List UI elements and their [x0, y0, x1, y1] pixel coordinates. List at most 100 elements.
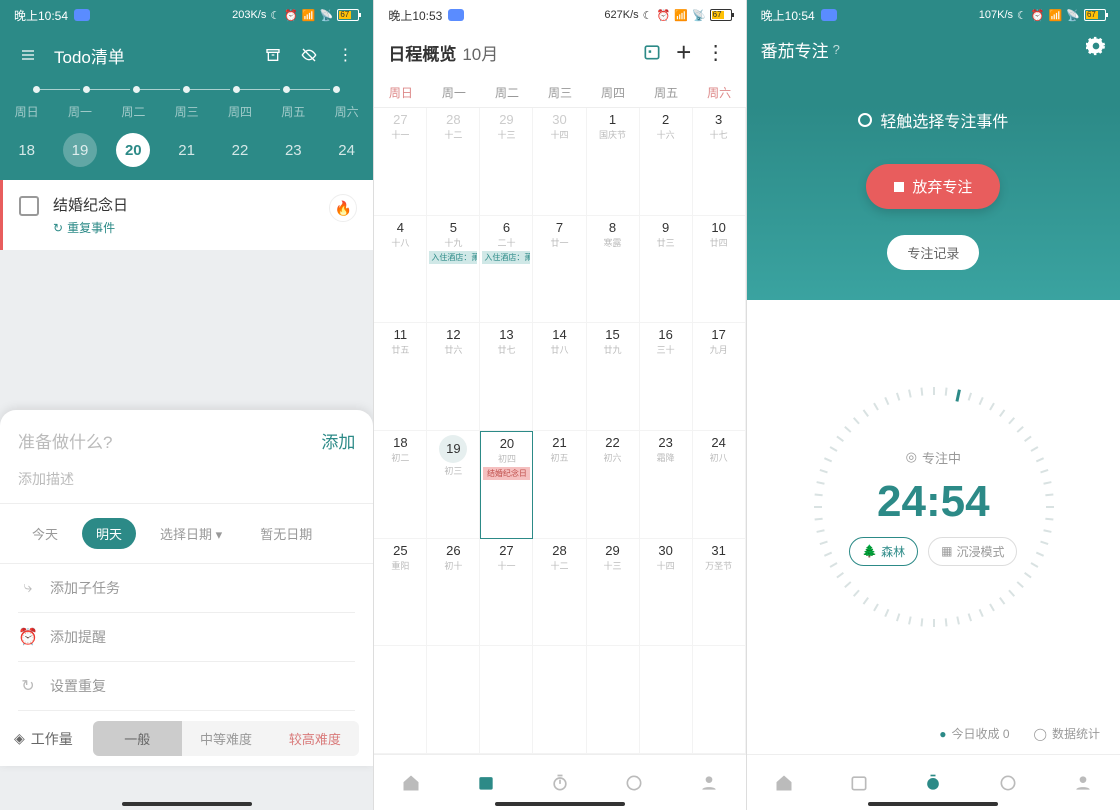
- menu-icon[interactable]: [10, 37, 46, 73]
- month-label[interactable]: 10月: [462, 40, 498, 65]
- status-bar: 晚上10:53 627K/s ☾ ⏰ 📶 📡 67: [374, 0, 745, 30]
- today-harvest[interactable]: ●今日收成 0: [939, 725, 1009, 742]
- settings-icon[interactable]: [1086, 36, 1106, 62]
- calendar-cell[interactable]: 12廿六: [427, 323, 480, 431]
- calendar-cell[interactable]: 2十六: [640, 108, 693, 216]
- calendar-cell[interactable]: 28十二: [533, 539, 586, 647]
- calendar-cell[interactable]: [693, 646, 746, 754]
- date-cell[interactable]: 22: [213, 132, 266, 168]
- calendar-cell[interactable]: 24初八: [693, 431, 746, 539]
- workload-normal[interactable]: 一般: [93, 721, 182, 756]
- overflow-menu-icon[interactable]: ⋮: [327, 37, 363, 73]
- calendar-cell[interactable]: 31万圣节: [693, 539, 746, 647]
- todo-item[interactable]: 结婚纪念日 ↻ 重复事件 🔥: [0, 180, 373, 250]
- calendar-cell[interactable]: 17九月: [693, 323, 746, 431]
- calendar-cell[interactable]: 28十二: [427, 108, 480, 216]
- calendar-cell[interactable]: 22初六: [587, 431, 640, 539]
- help-icon[interactable]: ?: [833, 42, 840, 57]
- calendar-cell[interactable]: 30十四: [533, 108, 586, 216]
- chip-no-date[interactable]: 暂无日期: [246, 518, 326, 549]
- calendar-cell[interactable]: 25重阳: [374, 539, 427, 647]
- date-cell[interactable]: 18: [0, 132, 53, 168]
- alarm-icon: ⏰: [284, 9, 298, 22]
- calendar-cell[interactable]: 18初二: [374, 431, 427, 539]
- select-event-button[interactable]: 轻触选择专注事件: [858, 108, 1008, 132]
- date-cell[interactable]: 24: [320, 132, 373, 168]
- calendar-cell[interactable]: [480, 646, 533, 754]
- app-toolbar: Todo清单 ⋮: [0, 30, 373, 80]
- add-button[interactable]: 添加: [321, 428, 355, 453]
- calendar-cell[interactable]: [533, 646, 586, 754]
- weekday-label: 周五: [267, 103, 320, 120]
- notification-dot-icon: [448, 9, 464, 21]
- nav-home-icon[interactable]: [374, 755, 448, 810]
- calendar-cell[interactable]: 16三十: [640, 323, 693, 431]
- calendar-cell[interactable]: 21初五: [533, 431, 586, 539]
- calendar-cell[interactable]: 13廿七: [480, 323, 533, 431]
- calendar-cell[interactable]: 29十三: [480, 108, 533, 216]
- pomodoro-icon[interactable]: 🔥: [329, 194, 357, 222]
- nav-profile-icon[interactable]: [1045, 755, 1120, 810]
- data-stats[interactable]: ◯数据统计: [1034, 725, 1100, 742]
- add-subtask-row[interactable]: ⤷ 添加子任务: [0, 564, 373, 612]
- focus-records-button[interactable]: 专注记录: [887, 235, 979, 270]
- date-cell-selected[interactable]: 20: [107, 132, 160, 168]
- battery-icon: 67: [1084, 9, 1106, 21]
- calendar-cell[interactable]: [587, 646, 640, 754]
- calendar-cell[interactable]: 5十九入住酒店：萧: [427, 216, 480, 324]
- calendar-cell[interactable]: 19初三: [427, 431, 480, 539]
- add-icon[interactable]: +: [668, 36, 700, 68]
- chip-pick-date[interactable]: 选择日期 ▾: [146, 518, 236, 549]
- nav-home-icon[interactable]: [747, 755, 822, 810]
- task-desc-input[interactable]: 添加描述: [0, 461, 373, 504]
- overflow-menu-icon[interactable]: ⋮: [700, 36, 732, 68]
- battery-icon: 67: [337, 9, 359, 21]
- page-title: Todo清单: [46, 43, 255, 68]
- abort-focus-button[interactable]: 放弃专注: [866, 164, 1000, 209]
- calendar-cell[interactable]: 10廿四: [693, 216, 746, 324]
- hide-done-icon[interactable]: [291, 37, 327, 73]
- calendar-cell[interactable]: 30十四: [640, 539, 693, 647]
- calendar-cell[interactable]: [427, 646, 480, 754]
- calendar-cell[interactable]: 3十七: [693, 108, 746, 216]
- add-reminder-row[interactable]: ⏰ 添加提醒: [0, 613, 373, 661]
- date-cell[interactable]: 21: [160, 132, 213, 168]
- checkbox[interactable]: [19, 196, 39, 216]
- today-icon[interactable]: [636, 36, 668, 68]
- calendar-cell[interactable]: 8寒露: [587, 216, 640, 324]
- date-cell[interactable]: 23: [267, 132, 320, 168]
- calendar-cell[interactable]: 27十一: [374, 108, 427, 216]
- calendar-cell[interactable]: 14廿八: [533, 323, 586, 431]
- todo-title: 结婚纪念日: [53, 194, 315, 215]
- signal-icon: 📶: [302, 9, 316, 22]
- battery-icon: 67: [710, 9, 732, 21]
- calendar-cell[interactable]: 15廿九: [587, 323, 640, 431]
- home-indicator[interactable]: [495, 802, 625, 806]
- calendar-cell[interactable]: 20初四结婚纪念日: [480, 431, 533, 539]
- home-indicator[interactable]: [868, 802, 998, 806]
- calendar-cell[interactable]: 7廿一: [533, 216, 586, 324]
- workload-high[interactable]: 较高难度: [270, 721, 359, 756]
- calendar-cell[interactable]: [374, 646, 427, 754]
- calendar-cell[interactable]: 29十三: [587, 539, 640, 647]
- calendar-cell[interactable]: 23霜降: [640, 431, 693, 539]
- workload-row: ◈工作量 一般 中等难度 较高难度: [0, 711, 373, 766]
- workload-medium[interactable]: 中等难度: [182, 721, 271, 756]
- calendar-cell[interactable]: 6二十入住酒店：萧: [480, 216, 533, 324]
- date-cell-today[interactable]: 19: [53, 132, 106, 168]
- calendar-cell[interactable]: 9廿三: [640, 216, 693, 324]
- calendar-cell[interactable]: 26初十: [427, 539, 480, 647]
- set-repeat-row[interactable]: ↻ 设置重复: [0, 662, 373, 710]
- archive-icon[interactable]: [255, 37, 291, 73]
- calendar-cell[interactable]: 1国庆节: [587, 108, 640, 216]
- calendar-cell[interactable]: 11廿五: [374, 323, 427, 431]
- weekday-label: 周六: [320, 103, 373, 120]
- calendar-cell[interactable]: 27十一: [480, 539, 533, 647]
- task-title-input[interactable]: 准备做什么?: [18, 428, 321, 453]
- calendar-cell[interactable]: 4十八: [374, 216, 427, 324]
- calendar-cell[interactable]: [640, 646, 693, 754]
- chip-tomorrow[interactable]: 明天: [82, 518, 136, 549]
- nav-profile-icon[interactable]: [671, 755, 745, 810]
- chip-today[interactable]: 今天: [18, 518, 72, 549]
- home-indicator[interactable]: [122, 802, 252, 806]
